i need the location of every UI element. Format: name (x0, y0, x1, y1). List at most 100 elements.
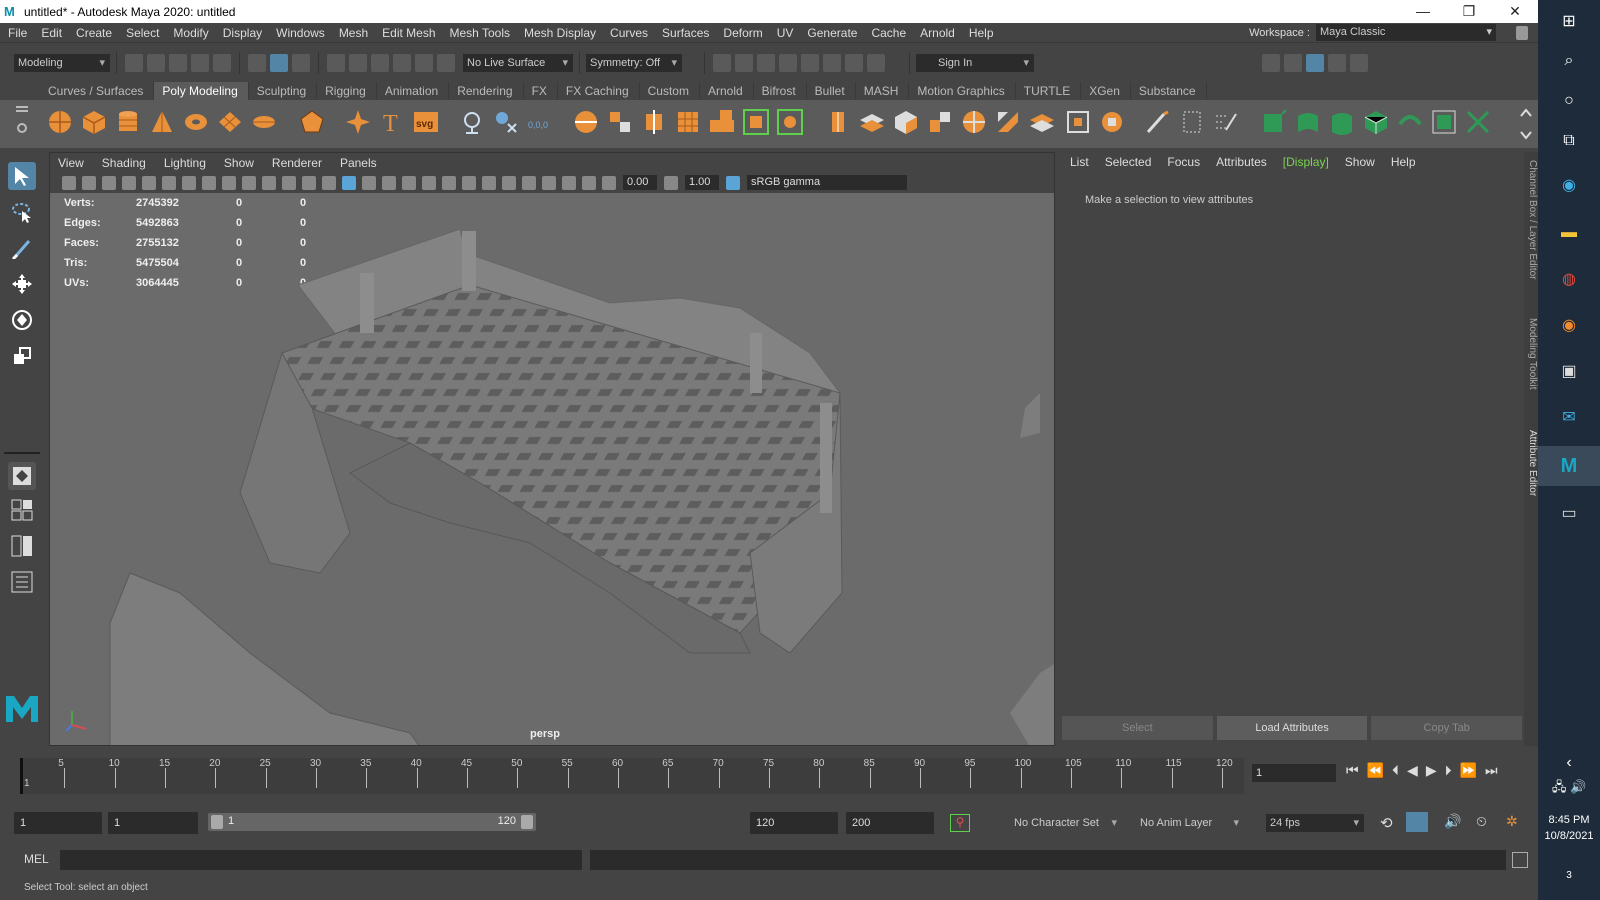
character-controls-icon[interactable] (1284, 54, 1302, 72)
search-icon[interactable]: ⌕ (1556, 48, 1582, 74)
go-to-end-icon[interactable]: ⏭ (1485, 762, 1498, 779)
open-scene-icon[interactable] (147, 54, 165, 72)
bridge-icon[interactable] (708, 108, 736, 136)
step-back-frame-icon[interactable]: ⏴ (1392, 762, 1399, 779)
menu-mesh-tools[interactable]: Mesh Tools (442, 26, 516, 40)
viewport-menu-lighting[interactable]: Lighting (156, 156, 216, 170)
xray-joints-icon[interactable] (562, 175, 576, 190)
menu-help[interactable]: Help (961, 26, 1000, 40)
menu-create[interactable]: Create (68, 26, 118, 40)
append-polygon-icon[interactable] (776, 108, 804, 136)
shelf-tab-fx[interactable]: FX (524, 82, 558, 100)
shelf-tab-motion-graphics[interactable]: Motion Graphics (909, 82, 1016, 100)
safe-title-icon[interactable] (302, 175, 316, 190)
menu-arnold[interactable]: Arnold (912, 26, 961, 40)
exposure-field[interactable]: 0.00 (623, 175, 657, 190)
tab-modeling-toolkit[interactable]: Modeling Toolkit (1524, 318, 1538, 390)
viewport-menu-view[interactable]: View (50, 156, 94, 170)
shelf-tab-bullet[interactable]: Bullet (807, 82, 856, 100)
layout-uv-icon[interactable] (1430, 108, 1458, 136)
menu-windows[interactable]: Windows (268, 26, 331, 40)
outliner-button[interactable] (8, 568, 36, 596)
viewport-menu-shading[interactable]: Shading (94, 156, 156, 170)
poly-torus-icon[interactable] (182, 108, 210, 136)
poly-disc-icon[interactable] (250, 108, 278, 136)
notifications-icon[interactable]: 3 (1556, 862, 1582, 888)
show-hidden-icons-icon[interactable]: ‹ (1556, 750, 1582, 776)
auto-key-icon[interactable]: ⚲ (950, 814, 970, 832)
poke-icon[interactable] (1028, 108, 1056, 136)
step-forward-key-icon[interactable]: ⏩ (1460, 762, 1477, 779)
go-to-start-icon[interactable]: ⏮ (1346, 762, 1359, 779)
poly-sphere-icon[interactable] (46, 108, 74, 136)
four-view-layout[interactable] (8, 496, 36, 524)
viewport-menu-panels[interactable]: Panels (332, 156, 387, 170)
gamma-icon[interactable] (664, 175, 678, 190)
playback-start-field[interactable]: 1 (108, 812, 198, 834)
snap-point-icon[interactable] (371, 54, 389, 72)
range-slider[interactable]: 1 120 (208, 813, 536, 831)
snap-live-icon[interactable] (437, 54, 455, 72)
menu-curves[interactable]: Curves (602, 26, 654, 40)
time-slider-track[interactable] (20, 758, 1244, 794)
menu-display[interactable]: Display (215, 26, 268, 40)
camera-select-icon[interactable] (62, 175, 76, 190)
shelf-tab-mash[interactable]: MASH (856, 82, 910, 100)
playback-end-field[interactable]: 120 (750, 812, 838, 834)
smooth-icon[interactable] (606, 108, 634, 136)
menu-file[interactable]: File (0, 26, 33, 40)
connect-icon[interactable] (892, 108, 920, 136)
channel-box-icon[interactable] (1350, 54, 1368, 72)
sign-in-dropdown[interactable]: Sign In (916, 54, 1034, 72)
super-shape-icon[interactable] (344, 108, 372, 136)
image-plane-icon[interactable] (122, 175, 136, 190)
mel-label[interactable]: MEL (24, 852, 49, 866)
poly-cylinder-icon[interactable] (114, 108, 142, 136)
time-slider[interactable]: 1 5 10 15 20 25 30 35 40 45 50 55 60 65 70 75 80 85 90 95 1… (12, 752, 1244, 794)
attr-menu-help[interactable]: Help (1383, 155, 1424, 169)
wireframe-on-shaded-icon[interactable] (362, 175, 376, 190)
unfold-icon[interactable] (1396, 108, 1424, 136)
menu-edit-mesh[interactable]: Edit Mesh (374, 26, 441, 40)
exposure-icon[interactable] (602, 175, 616, 190)
menu-edit[interactable]: Edit (33, 26, 68, 40)
live-surface-field[interactable]: No Live Surface (463, 54, 573, 72)
current-frame-field[interactable]: 1 (1252, 764, 1336, 782)
scene-end-field[interactable]: 200 (846, 812, 934, 834)
multi-cut-icon[interactable] (824, 108, 852, 136)
maya-taskbar-icon[interactable]: M (1538, 446, 1600, 486)
xray-active-icon[interactable] (582, 175, 596, 190)
uv-editor-icon[interactable] (1260, 108, 1288, 136)
combine-icon[interactable] (458, 108, 486, 136)
slide-edge-icon[interactable] (994, 108, 1022, 136)
hypershade-icon[interactable] (801, 54, 819, 72)
file-explorer-icon[interactable]: ▬ (1556, 220, 1582, 246)
film-gate-icon[interactable] (202, 175, 216, 190)
render-settings-icon[interactable] (779, 54, 797, 72)
sound-icon[interactable]: 🔊 (1444, 813, 1461, 830)
render-view-icon[interactable] (713, 54, 731, 72)
shelf-tab-animation[interactable]: Animation (377, 82, 450, 100)
mail-icon[interactable]: ✉ (1556, 404, 1582, 430)
shelf-tab-arnold[interactable]: Arnold (700, 82, 754, 100)
planar-map-icon[interactable] (1294, 108, 1322, 136)
view-transform-dropdown[interactable]: sRGB gamma (747, 175, 907, 190)
attr-menu-attributes[interactable]: Attributes (1208, 155, 1275, 169)
range-handle-start[interactable] (211, 815, 223, 829)
select-hierarchy-icon[interactable] (248, 54, 266, 72)
shelf-tab-poly-modeling[interactable]: Poly Modeling (154, 82, 249, 100)
menu-surfaces[interactable]: Surfaces (654, 26, 715, 40)
wedge-icon[interactable] (1064, 108, 1092, 136)
scale-tool[interactable] (8, 342, 36, 370)
store-icon[interactable]: ▣ (1556, 358, 1582, 384)
resolution-gate-icon[interactable] (222, 175, 236, 190)
copy-tab-button[interactable]: Copy Tab (1371, 716, 1523, 740)
grease-pencil-icon[interactable] (162, 175, 176, 190)
fill-hole-icon[interactable] (742, 108, 770, 136)
poly-cone-icon[interactable] (148, 108, 176, 136)
field-chart-icon[interactable] (262, 175, 276, 190)
minimize-button[interactable]: — (1400, 0, 1446, 23)
svg-icon[interactable]: svg (412, 108, 440, 136)
shelf-tab-fx-caching[interactable]: FX Caching (558, 82, 640, 100)
select-button[interactable]: Select (1062, 716, 1213, 740)
